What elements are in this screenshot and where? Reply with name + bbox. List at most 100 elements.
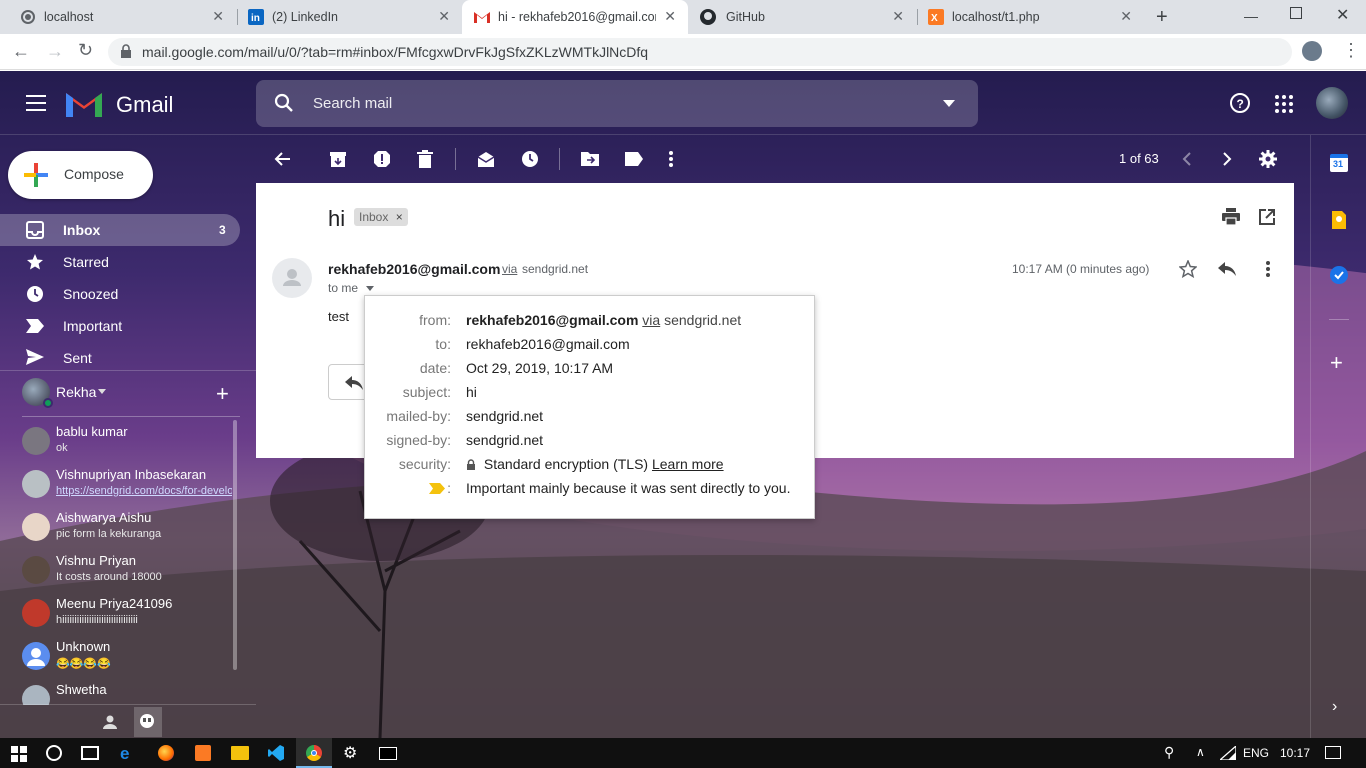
browser-tab-5[interactable]: X localhost/t1.php ✕ bbox=[918, 0, 1144, 34]
cortana-search-icon[interactable] bbox=[46, 745, 62, 761]
contact-item[interactable]: Aishwarya Aishu pic form la kekuranga bbox=[0, 507, 236, 550]
wifi-icon[interactable] bbox=[1220, 746, 1236, 760]
task-view-icon[interactable] bbox=[81, 746, 99, 760]
label-icon[interactable] bbox=[625, 150, 643, 168]
xampp-icon[interactable] bbox=[195, 745, 211, 761]
apps-grid-icon[interactable] bbox=[1275, 95, 1293, 113]
learn-more-link[interactable]: Learn more bbox=[652, 456, 724, 472]
browser-tab-1[interactable]: localhost ✕ bbox=[0, 0, 236, 34]
close-icon[interactable]: ✕ bbox=[1120, 8, 1132, 25]
person-icon[interactable] bbox=[103, 715, 117, 729]
contact-message-link[interactable]: https://sendgrid.com/docs/for-develo bbox=[56, 485, 232, 497]
search-input[interactable]: Search mail bbox=[313, 95, 392, 112]
nav-snoozed[interactable]: Snoozed bbox=[0, 278, 240, 310]
via-link[interactable]: via bbox=[502, 262, 517, 276]
forward-button[interactable]: → bbox=[46, 41, 64, 62]
compose-button[interactable]: Compose bbox=[8, 151, 153, 199]
contact-item[interactable]: bablu kumar ok bbox=[0, 421, 236, 464]
new-tab-button[interactable]: + bbox=[1156, 6, 1168, 29]
newer-icon[interactable] bbox=[1182, 150, 1200, 168]
reload-button[interactable]: ↻ bbox=[78, 40, 93, 61]
close-icon[interactable]: ✕ bbox=[664, 8, 676, 25]
account-avatar[interactable] bbox=[1316, 87, 1348, 119]
keep-icon[interactable] bbox=[1332, 211, 1346, 229]
archive-icon[interactable] bbox=[329, 150, 347, 168]
back-to-inbox-icon[interactable] bbox=[274, 150, 292, 168]
chevron-down-icon[interactable] bbox=[98, 389, 106, 394]
contact-item[interactable]: Meenu Priya241096 hiiiiiiiiiiiiiiiiiiiii… bbox=[0, 593, 236, 636]
detail-value: rekhafeb2016@gmail.com via sendgrid.net bbox=[466, 312, 741, 328]
delete-icon[interactable] bbox=[417, 150, 435, 168]
people-icon[interactable]: ⚲ bbox=[1164, 744, 1174, 761]
close-window-button[interactable]: ✕ bbox=[1336, 5, 1349, 25]
browser-tab-3-active[interactable]: hi - rekhafeb2016@gmail.com ✕ bbox=[462, 0, 688, 34]
settings-gear-icon[interactable] bbox=[1259, 150, 1277, 168]
contact-item[interactable]: Vishnu Priyan It costs around 18000 bbox=[0, 550, 236, 593]
nav-inbox[interactable]: Inbox 3 bbox=[0, 214, 240, 246]
tasks-icon[interactable] bbox=[1330, 266, 1348, 284]
snooze-icon[interactable] bbox=[521, 150, 539, 168]
main-menu-icon[interactable] bbox=[26, 95, 46, 111]
get-addons-button[interactable]: + bbox=[1330, 350, 1343, 376]
edge-icon[interactable]: e bbox=[120, 744, 129, 764]
expand-panel-icon[interactable]: › bbox=[1332, 698, 1337, 716]
more-actions-icon[interactable] bbox=[1265, 261, 1271, 277]
more-options-icon[interactable] bbox=[668, 150, 686, 168]
search-bar[interactable]: Search mail bbox=[256, 80, 978, 127]
vscode-icon[interactable] bbox=[268, 745, 284, 761]
input-language[interactable]: ENG bbox=[1243, 746, 1269, 760]
pagination-text: 1 of 63 bbox=[1119, 151, 1159, 166]
reply-button[interactable] bbox=[328, 364, 368, 400]
add-contact-button[interactable]: + bbox=[216, 381, 229, 407]
minimize-button[interactable]: — bbox=[1244, 8, 1258, 24]
nav-label: Starred bbox=[63, 254, 109, 270]
show-details-icon[interactable] bbox=[366, 286, 374, 291]
url-bar[interactable]: mail.google.com/mail/u/0/?tab=rm#inbox/F… bbox=[108, 38, 1292, 66]
search-options-icon[interactable] bbox=[943, 100, 955, 107]
browser-menu-icon[interactable]: ⋮ bbox=[1342, 40, 1360, 61]
print-icon[interactable] bbox=[1222, 208, 1240, 226]
close-icon[interactable]: ✕ bbox=[212, 8, 224, 25]
nav-starred[interactable]: Starred bbox=[0, 246, 240, 278]
maximize-button[interactable] bbox=[1290, 7, 1302, 19]
reply-icon[interactable] bbox=[1218, 262, 1236, 276]
via-link[interactable]: via bbox=[642, 312, 660, 328]
older-icon[interactable] bbox=[1222, 150, 1240, 168]
contact-item[interactable]: Vishnupriyan Inbasekaran https://sendgri… bbox=[0, 464, 236, 507]
hangouts-user-name[interactable]: Rekha bbox=[56, 384, 96, 400]
move-to-icon[interactable] bbox=[581, 150, 599, 168]
contact-item[interactable]: Shwetha bbox=[0, 679, 236, 705]
remove-label-icon[interactable]: × bbox=[396, 210, 403, 224]
close-icon[interactable]: ✕ bbox=[892, 8, 904, 25]
help-icon[interactable]: ? bbox=[1230, 93, 1250, 113]
inbox-label-chip[interactable]: Inbox × bbox=[354, 208, 408, 226]
settings-icon[interactable]: ⚙ bbox=[343, 743, 357, 763]
file-explorer-icon[interactable] bbox=[231, 746, 249, 760]
nav-important[interactable]: Important bbox=[0, 310, 240, 342]
report-spam-icon[interactable] bbox=[373, 150, 391, 168]
svg-text:X: X bbox=[931, 13, 938, 24]
back-button[interactable]: ← bbox=[12, 41, 30, 62]
gmail-logo-icon[interactable] bbox=[66, 90, 102, 117]
browser-tab-2[interactable]: in (2) LinkedIn ✕ bbox=[238, 0, 462, 34]
calendar-icon[interactable]: 31 bbox=[1330, 154, 1348, 172]
contacts-scrollbar[interactable] bbox=[233, 420, 237, 670]
show-hidden-icons[interactable]: ∧ bbox=[1196, 745, 1205, 759]
sender-email[interactable]: rekhafeb2016@gmail.com bbox=[328, 261, 500, 277]
profile-avatar[interactable] bbox=[1302, 41, 1322, 61]
github-icon bbox=[700, 9, 716, 25]
system-clock[interactable]: 10:17 bbox=[1280, 746, 1310, 760]
search-icon[interactable] bbox=[274, 93, 294, 113]
action-center-icon[interactable] bbox=[1325, 746, 1341, 759]
close-icon[interactable]: ✕ bbox=[438, 8, 450, 25]
open-new-window-icon[interactable] bbox=[1259, 209, 1275, 225]
sender-avatar[interactable] bbox=[272, 258, 312, 298]
contact-item[interactable]: Unknown 😂😂😂😂 bbox=[0, 636, 236, 679]
firefox-icon[interactable] bbox=[158, 745, 174, 761]
browser-tab-4[interactable]: GitHub ✕ bbox=[688, 0, 916, 34]
star-icon[interactable] bbox=[1179, 260, 1197, 278]
windows-start-icon[interactable] bbox=[11, 746, 27, 762]
mark-unread-icon[interactable] bbox=[477, 150, 495, 168]
command-prompt-icon[interactable] bbox=[379, 747, 397, 760]
divider bbox=[0, 704, 256, 705]
